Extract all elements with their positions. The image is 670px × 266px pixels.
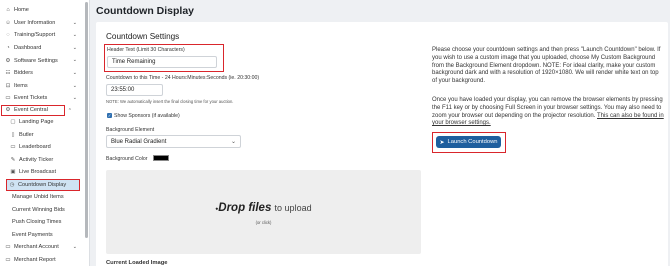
sidebar-item-current-winning-bids[interactable]: Current Winning Bids bbox=[0, 203, 89, 216]
items-icon: ⊡ bbox=[5, 82, 11, 89]
sidebar-item-software-settings[interactable]: ⚙ Software Settings ⌄ bbox=[0, 54, 89, 67]
sidebar-item-dashboard[interactable]: ◔ Dashboard ⌄ bbox=[0, 42, 89, 55]
sidebar-item-label: Bidders bbox=[14, 70, 33, 77]
chevron-up-icon: ⌃ bbox=[67, 107, 72, 114]
sidebar-item-label: Items bbox=[14, 82, 28, 89]
sidebar-item-bidders[interactable]: ☷ Bidders ⌄ bbox=[0, 67, 89, 80]
dropzone-files: files bbox=[248, 202, 272, 214]
sidebar-item-activity-ticker[interactable]: ✎ Activity Ticker bbox=[0, 154, 89, 167]
card-title: Countdown Settings bbox=[106, 32, 180, 41]
support-icon: ◌ bbox=[6, 32, 10, 39]
sidebar-item-label: Butler bbox=[19, 131, 34, 138]
sidebar-item-label: Landing Page bbox=[19, 119, 54, 126]
sidebar-item-merchant-report[interactable]: ▭ Merchant Report bbox=[0, 254, 89, 266]
sidebar-item-merchant-account[interactable]: ▭ Merchant Account ⌄ bbox=[0, 241, 89, 254]
current-loaded-image-label: Current Loaded Image bbox=[106, 260, 168, 266]
countdown-settings-card: Countdown Settings Header Text (Limit 30… bbox=[96, 22, 668, 266]
sidebar-item-label: Event Tickets bbox=[14, 95, 48, 102]
sidebar-item-label: Merchant Report bbox=[14, 256, 56, 263]
page-title: Countdown Display bbox=[96, 5, 194, 17]
ticket-icon: ▭ bbox=[5, 95, 11, 102]
gear-icon: ⚙ bbox=[5, 57, 11, 64]
chevron-icon: ⌄ bbox=[72, 69, 77, 76]
chevron-icon: ⌄ bbox=[72, 57, 77, 64]
countdown-time-input[interactable]: 23:55:00 bbox=[106, 84, 163, 96]
dropzone-text: ⬩Drop files to upload bbox=[106, 202, 421, 214]
chevron-icon: ⌄ bbox=[72, 95, 77, 102]
show-sponsors-label: Show Sponsors (if available) bbox=[114, 113, 180, 119]
sidebar-item-label: Push Closing Times bbox=[12, 219, 62, 226]
instructions-paragraph-1: Please choose your countdown settings an… bbox=[432, 47, 661, 85]
sidebar-item-label: User Information bbox=[14, 19, 56, 26]
dropzone-to-upload: to upload bbox=[274, 203, 312, 213]
sidebar-item-push-closing-times[interactable]: Push Closing Times bbox=[0, 216, 89, 229]
sidebar-item-label: Event Central bbox=[14, 107, 48, 114]
launch-countdown-button[interactable]: ➤ Launch Countdown bbox=[436, 136, 501, 148]
sidebar-item-label: Merchant Account bbox=[14, 244, 59, 251]
event-central-icon: ⚙ bbox=[5, 107, 11, 114]
report-icon: ▭ bbox=[5, 256, 11, 263]
dropzone-or-click: (or click) bbox=[255, 220, 272, 225]
chevron-icon: ⌄ bbox=[72, 44, 77, 51]
sidebar-item-leaderboard[interactable]: ▭ Leaderboard bbox=[0, 141, 89, 154]
countdown-note: NOTE: We automatically insert the final … bbox=[106, 99, 234, 104]
activity-ticker-icon: ✎ bbox=[10, 156, 16, 163]
sidebar-item-label: Training/Support bbox=[14, 32, 56, 39]
background-element-label: Background Element bbox=[106, 127, 155, 133]
sidebar-nav: ⌂ Home ☺ User Information ⌄ ◌ Training/Support… bbox=[0, 0, 89, 266]
header-text-label: Header Text (Limit 30 Characters) bbox=[107, 47, 185, 53]
broadcast-icon: ▣ bbox=[10, 169, 16, 176]
dashboard-icon: ◔ bbox=[6, 45, 10, 52]
background-color-swatch[interactable] bbox=[153, 155, 169, 161]
chevron-icon: ⌄ bbox=[72, 19, 77, 26]
header-text-input[interactable]: Time Remaining bbox=[107, 56, 217, 68]
background-element-select[interactable]: Blue Radial Gradient ⌄ bbox=[106, 135, 241, 148]
sidebar-item-items[interactable]: ⊡ Items ⌄ bbox=[0, 80, 89, 93]
sidebar-item-label: Home bbox=[14, 7, 29, 14]
home-icon: ⌂ bbox=[6, 7, 10, 14]
sidebar-item-label: Activity Ticker bbox=[19, 156, 54, 163]
background-color-label: Background Color bbox=[106, 156, 148, 162]
sidebar-item-countdown-display[interactable]: ◷ Countdown Display bbox=[6, 178, 80, 191]
launch-countdown-label: Launch Countdown bbox=[447, 139, 498, 145]
clock-icon: ◷ bbox=[9, 181, 15, 188]
bidders-icon: ☷ bbox=[5, 70, 11, 77]
main-content: Countdown Display Countdown Settings Hea… bbox=[90, 0, 670, 266]
sidebar-item-butler[interactable]: ▯ Butler bbox=[0, 128, 89, 141]
sidebar-item-live-broadcast[interactable]: ▣ Live Broadcast bbox=[0, 166, 89, 179]
sidebar-item-landing-page[interactable]: ▢ Landing Page bbox=[0, 116, 89, 129]
chevron-icon: ⌄ bbox=[72, 32, 77, 39]
butler-icon: ▯ bbox=[11, 131, 15, 138]
sidebar-item-home[interactable]: ⌂ Home bbox=[0, 4, 89, 17]
instructions-paragraph-2: Once you have loaded your display, you c… bbox=[432, 97, 664, 128]
chevron-icon: ⌄ bbox=[72, 82, 77, 89]
user-icon: ☺ bbox=[5, 19, 11, 26]
merchant-icon: ▭ bbox=[5, 244, 11, 251]
chevron-icon: ⌄ bbox=[72, 244, 77, 251]
sidebar: ⌂ Home ☺ User Information ⌄ ◌ Training/Support… bbox=[0, 0, 90, 266]
sidebar-item-event-tickets[interactable]: ▭ Event Tickets ⌄ bbox=[0, 92, 89, 105]
sidebar-item-label: Manage Unbid Items bbox=[12, 194, 64, 201]
leaderboard-icon: ▭ bbox=[10, 144, 16, 151]
sidebar-item-event-central[interactable]: ⚙ Event Central ⌃ bbox=[1, 104, 72, 116]
sidebar-item-label: Countdown Display bbox=[18, 181, 67, 188]
sidebar-item-user-information[interactable]: ☺ User Information ⌄ bbox=[0, 17, 89, 30]
send-icon: ➤ bbox=[439, 139, 445, 146]
countdown-time-label: Countdown to this Time - 24 Hours:Minute… bbox=[106, 75, 260, 81]
sidebar-item-label: Event Payments bbox=[12, 231, 53, 238]
chevron-down-icon: ⌄ bbox=[230, 139, 236, 145]
sidebar-item-manage-unbid-items[interactable]: Manage Unbid Items bbox=[0, 191, 89, 204]
dropzone-drop: Drop bbox=[218, 202, 246, 214]
sidebar-item-label: Software Settings bbox=[14, 57, 58, 64]
image-dropzone[interactable]: ⬩Drop files to upload (or click) bbox=[106, 170, 421, 254]
landing-page-icon: ▢ bbox=[10, 119, 16, 126]
sidebar-item-label: Dashboard bbox=[14, 45, 42, 52]
sidebar-item-training-support[interactable]: ◌ Training/Support ⌄ bbox=[0, 29, 89, 42]
sidebar-item-label: Leaderboard bbox=[19, 144, 51, 151]
sidebar-item-label: Live Broadcast bbox=[19, 169, 57, 176]
show-sponsors-checkbox[interactable]: ✓ bbox=[107, 113, 112, 118]
background-element-value: Blue Radial Gradient bbox=[111, 138, 167, 145]
sidebar-item-label: Current Winning Bids bbox=[12, 206, 65, 213]
sidebar-item-event-payments[interactable]: Event Payments bbox=[0, 229, 89, 242]
